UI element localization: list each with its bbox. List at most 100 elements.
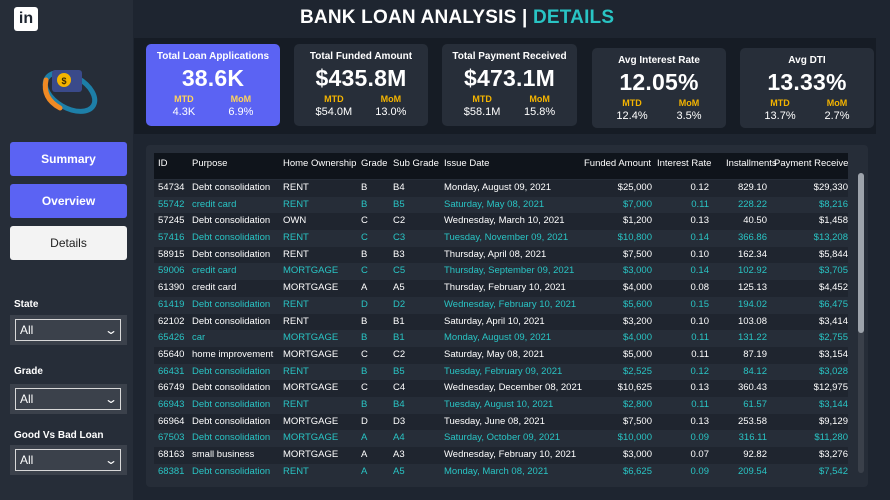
- kpi-value: 12.05%: [619, 69, 699, 95]
- col-sub-grade-cell: B5: [393, 365, 405, 377]
- kpi-title: Avg DTI: [788, 55, 826, 66]
- table-scrollbar[interactable]: [858, 173, 864, 473]
- col-funded-amount-cell: $3,000: [622, 265, 652, 277]
- col-issue-date-header[interactable]: Issue Date: [444, 153, 489, 179]
- col-home-ownership-cell: MORTGAGE: [283, 449, 339, 460]
- table-row[interactable]: 68163 small business MORTGAGE A A3 Wednesday,…: [154, 447, 848, 464]
- table-row[interactable]: 65640 home improvement MORTGAGE C C2 Saturday…: [154, 346, 848, 364]
- col-issue-date-cell: Tuesday, August 10, 2021: [444, 398, 554, 410]
- state-filter: All ⌄: [10, 315, 127, 345]
- col-sub-grade-cell: B1: [393, 332, 405, 344]
- kpi-mom-value: 13.0%: [375, 106, 407, 118]
- chevron-down-icon: ⌄: [103, 453, 119, 467]
- col-home-ownership-cell: RENT: [283, 198, 309, 210]
- grade-filter-label: Grade: [14, 366, 43, 377]
- col-interest-rate-cell: 0.09: [690, 432, 710, 444]
- kpi-value: 13.33%: [767, 69, 847, 95]
- col-payment-received-cell: $29,330: [813, 182, 848, 193]
- linkedin-icon[interactable]: in: [14, 7, 38, 31]
- col-purpose-cell: Debt consolidation: [192, 432, 271, 444]
- col-grade-cell: C: [361, 232, 368, 244]
- col-interest-rate-cell: 0.14: [690, 265, 710, 277]
- details-nav-button[interactable]: Details: [10, 226, 127, 260]
- col-id-cell: 66964: [158, 415, 185, 427]
- col-home-ownership-header[interactable]: Home Ownership: [283, 153, 356, 179]
- table-row[interactable]: 67503 Debt consolidation MORTGAGE A A4 Saturd…: [154, 430, 848, 447]
- grade-dropdown[interactable]: All ⌄: [15, 388, 121, 410]
- col-purpose-cell: credit card: [192, 265, 237, 277]
- table-row[interactable]: 66431 Debt consolidation RENT B B5 Tuesday, F…: [154, 363, 848, 381]
- kpi-mom-value: 2.7%: [824, 110, 850, 122]
- col-interest-rate-cell: 0.07: [690, 449, 710, 460]
- col-home-ownership-cell: MORTGAGE: [283, 415, 339, 427]
- col-grade-header[interactable]: Grade: [361, 153, 387, 179]
- table-row[interactable]: 54734 Debt consolidation RENT B B4 Monday, Au…: [154, 180, 848, 197]
- good-bad-dropdown[interactable]: All ⌄: [15, 449, 121, 471]
- summary-nav-button[interactable]: Summary: [10, 142, 127, 176]
- kpi-card-avg-dti[interactable]: Avg DTI 13.33% MTD 13.7% MoM 2.7%: [740, 48, 874, 128]
- col-interest-rate-cell: 0.10: [690, 248, 710, 260]
- col-id-header[interactable]: ID: [158, 153, 168, 179]
- table-row[interactable]: 58915 Debt consolidation RENT B B3 Thursday, …: [154, 246, 848, 264]
- col-sub-grade-cell: A3: [393, 449, 405, 460]
- col-purpose-cell: credit card: [192, 282, 237, 294]
- col-installments-cell: 360.43: [737, 382, 767, 394]
- table-row[interactable]: 61419 Debt consolidation RENT D D2 Wednesday,…: [154, 296, 848, 314]
- col-sub-grade-cell: C2: [393, 348, 406, 360]
- col-payment-received-cell: $7,542: [818, 465, 848, 477]
- col-sub-grade-cell: A4: [393, 432, 405, 444]
- table-row[interactable]: 59006 credit card MORTGAGE C C5 Thursday, Sep…: [154, 263, 848, 281]
- col-id-cell: 58915: [158, 248, 185, 260]
- table-row[interactable]: 55742 credit card RENT B B5 Saturday, May 08,…: [154, 196, 848, 214]
- col-sub-grade-header[interactable]: Sub Grade: [393, 153, 439, 179]
- sidebar: in $ Summary Overview Details State All …: [0, 0, 133, 500]
- table-row[interactable]: 57416 Debt consolidation RENT C C3 Tuesday, N…: [154, 230, 848, 247]
- col-id-cell: 66431: [158, 365, 185, 377]
- col-purpose-cell: Debt consolidation: [192, 398, 271, 410]
- col-grade-cell: B: [361, 332, 368, 344]
- col-installments-cell: 103.08: [737, 315, 767, 327]
- kpi-title: Total Funded Amount: [309, 51, 413, 62]
- col-home-ownership-cell: MORTGAGE: [283, 382, 339, 394]
- table-row[interactable]: 65426 car MORTGAGE B B1 Monday, August 09, 20…: [154, 330, 848, 347]
- col-funded-amount-header[interactable]: Funded Amount: [584, 153, 651, 179]
- col-purpose-header[interactable]: Purpose: [192, 153, 227, 179]
- kpi-card-payment-received[interactable]: Total Payment Received $473.1M MTD $58.1M…: [442, 44, 577, 126]
- kpi-mtd-value: $54.0M: [315, 106, 353, 118]
- col-payment-received-cell: $3,705: [818, 265, 848, 277]
- col-interest-rate-header[interactable]: Interest Rate: [657, 153, 711, 179]
- col-home-ownership-cell: MORTGAGE: [283, 265, 339, 277]
- col-grade-cell: B: [361, 398, 368, 410]
- kpi-card-funded-amount[interactable]: Total Funded Amount $435.8M MTD $54.0M Mo…: [294, 44, 428, 126]
- table-row[interactable]: 61390 credit card MORTGAGE A A5 Thursday, Feb…: [154, 280, 848, 297]
- col-grade-cell: A: [361, 282, 368, 294]
- table-row[interactable]: 62102 Debt consolidation RENT B B1 Saturday, …: [154, 313, 848, 331]
- state-filter-label: State: [14, 299, 39, 310]
- state-dropdown[interactable]: All ⌄: [15, 319, 121, 341]
- col-payment-received-cell: $9,129: [818, 415, 848, 427]
- table-row[interactable]: 66964 Debt consolidation MORTGAGE D D3 Tuesda…: [154, 413, 848, 431]
- col-grade-cell: B: [361, 315, 368, 327]
- col-payment-received-cell: $3,276: [818, 449, 848, 460]
- col-grade-cell: D: [361, 415, 368, 427]
- table-row[interactable]: 66749 Debt consolidation MORTGAGE C C4 Wednes…: [154, 380, 848, 397]
- table-row[interactable]: 68381 Debt consolidation RENT A A5 Monday, Ma…: [154, 463, 848, 479]
- overview-nav-button[interactable]: Overview: [10, 184, 127, 218]
- table-row[interactable]: 66943 Debt consolidation RENT B B4 Tuesday, A…: [154, 396, 848, 414]
- col-payment-received-cell: $2,755: [818, 332, 848, 344]
- col-funded-amount-cell: $2,525: [622, 365, 652, 377]
- page-title-accent: DETAILS: [532, 7, 615, 28]
- kpi-card-total-applications[interactable]: Total Loan Applications 38.6K MTD 4.3K Mo…: [146, 44, 280, 126]
- col-interest-rate-cell: 0.10: [690, 315, 710, 327]
- col-sub-grade-cell: B5: [393, 198, 405, 210]
- table-row[interactable]: 57245 Debt consolidation OWN C C2 Wednesday, …: [154, 213, 848, 231]
- kpi-title: Avg Interest Rate: [618, 55, 700, 66]
- kpi-mtd-label: MTD: [622, 98, 642, 108]
- col-payment-received-header[interactable]: Payment Received: [774, 153, 848, 179]
- col-installments-cell: 61.57: [743, 398, 767, 410]
- col-installments-header[interactable]: Installments: [726, 153, 777, 179]
- kpi-card-avg-interest-rate[interactable]: Avg Interest Rate 12.05% MTD 12.4% MoM 3.5…: [592, 48, 726, 128]
- col-installments-cell: 125.13: [737, 282, 767, 294]
- table-scrollbar-thumb[interactable]: [858, 173, 864, 333]
- state-dropdown-value: All: [20, 323, 34, 337]
